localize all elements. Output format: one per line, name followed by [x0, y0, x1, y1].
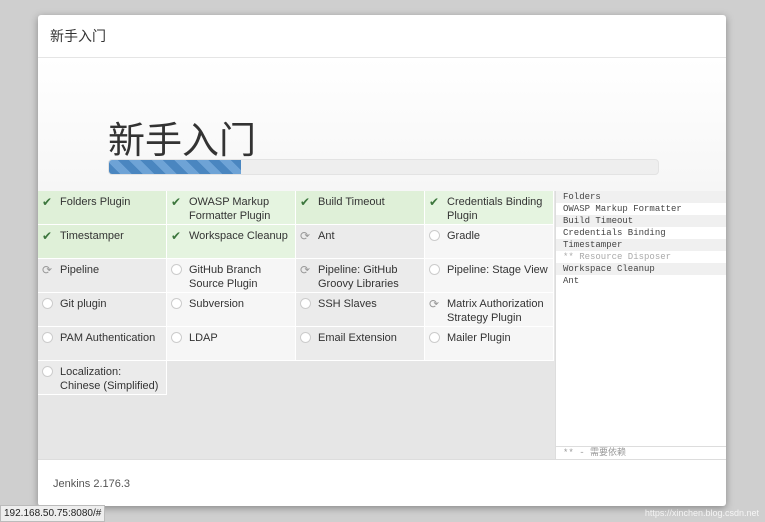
plugin-name: LDAP — [189, 332, 218, 344]
plugin-item: LDAP — [167, 327, 296, 361]
pending-circle-icon — [300, 297, 318, 326]
plugin-name: Ant — [318, 230, 335, 242]
log-line: OWASP Markup Formatter — [563, 204, 682, 214]
log-line: ** Resource Disposer — [563, 252, 672, 262]
plugin-name: Folders Plugin — [60, 196, 131, 208]
pending-circle-icon — [429, 331, 447, 360]
refresh-icon: ⟳ — [300, 263, 311, 277]
setup-wizard-dialog: 新手入门 新手入门 ✔ Folders Plugin ✔ OWASP Markup F… — [38, 15, 726, 506]
plugin-name: Localization: Chinese (Simplified) — [60, 366, 159, 392]
plugin-name: OWASP Markup Formatter Plugin — [189, 196, 271, 222]
plugin-item: ⟳ Ant — [296, 225, 425, 259]
footer-version: Jenkins 2.176.3 — [38, 459, 726, 506]
log-line: Folders — [556, 191, 726, 203]
log-line: Credentials Binding — [563, 228, 666, 238]
pending-circle-icon — [42, 365, 60, 394]
plugin-item: ✔ Folders Plugin — [38, 191, 167, 225]
plugin-item: SSH Slaves — [296, 293, 425, 327]
plugin-item: Gradle — [425, 225, 554, 259]
plugin-item: GitHub Branch Source Plugin — [167, 259, 296, 293]
plugin-item: Pipeline: Stage View — [425, 259, 554, 293]
plugin-item: Email Extension — [296, 327, 425, 361]
plugin-item: ⟳ Pipeline: GitHub Groovy Libraries — [296, 259, 425, 293]
log-line: Build Timeout — [556, 215, 726, 227]
log-legend: ** - 需要依赖 — [556, 446, 726, 459]
plugin-name: Email Extension — [318, 332, 397, 344]
install-log: Folders OWASP Markup Formatter Build Timeo… — [555, 191, 726, 459]
plugin-item: ✔ OWASP Markup Formatter Plugin — [167, 191, 296, 225]
check-icon: ✔ — [42, 229, 53, 243]
plugin-item: ✔ Workspace Cleanup — [167, 225, 296, 259]
page-title: 新手入门 — [108, 120, 256, 161]
plugin-grid: ✔ Folders Plugin ✔ OWASP Markup Formatter P… — [38, 191, 555, 395]
refresh-icon: ⟳ — [42, 263, 53, 277]
pending-circle-icon — [171, 331, 189, 360]
plugin-item: ⟳ Matrix Authorization Strategy Plugin — [425, 293, 554, 327]
plugin-item: Localization: Chinese (Simplified) — [38, 361, 167, 395]
plugin-name: Timestamper — [60, 230, 124, 242]
install-progress-bar — [108, 159, 659, 175]
plugin-name: Workspace Cleanup — [189, 230, 288, 242]
progress-fill — [109, 160, 241, 174]
plugin-item: Git plugin — [38, 293, 167, 327]
pending-circle-icon — [42, 297, 60, 326]
log-line: Ant — [563, 276, 580, 286]
pending-circle-icon — [300, 331, 318, 360]
plugin-name: Git plugin — [60, 298, 107, 310]
watermark: https://xinchen.blog.csdn.net — [644, 508, 759, 518]
plugin-name: Pipeline: GitHub Groovy Libraries — [318, 264, 399, 290]
plugin-name: Credentials Binding Plugin — [447, 196, 543, 222]
plugin-name: PAM Authentication — [60, 332, 156, 344]
pending-circle-icon — [171, 263, 189, 292]
pending-circle-icon — [171, 297, 189, 326]
plugin-item: PAM Authentication — [38, 327, 167, 361]
check-icon: ✔ — [429, 195, 440, 209]
plugin-item: Subversion — [167, 293, 296, 327]
refresh-icon: ⟳ — [429, 297, 440, 311]
plugin-item: Mailer Plugin — [425, 327, 554, 361]
plugin-name: Build Timeout — [318, 196, 385, 208]
refresh-icon: ⟳ — [300, 229, 311, 243]
install-body: ✔ Folders Plugin ✔ OWASP Markup Formatter P… — [38, 191, 726, 459]
plugin-item: ✔ Build Timeout — [296, 191, 425, 225]
pending-circle-icon — [42, 331, 60, 360]
check-icon: ✔ — [42, 195, 53, 209]
pending-circle-icon — [429, 263, 447, 292]
plugin-item: ✔ Credentials Binding Plugin — [425, 191, 554, 225]
plugin-name: Pipeline: Stage View — [447, 264, 548, 276]
log-line: Timestamper — [556, 239, 726, 251]
plugin-name: Subversion — [189, 298, 245, 310]
check-icon: ✔ — [171, 229, 182, 243]
log-line: Workspace Cleanup — [556, 263, 726, 275]
plugin-name: Gradle — [447, 230, 481, 242]
plugin-name: Matrix Authorization Strategy Plugin — [447, 298, 544, 324]
hero: 新手入门 — [38, 58, 726, 193]
plugin-name: GitHub Branch Source Plugin — [189, 264, 262, 290]
status-bar-url: 192.168.50.75:8080/# — [0, 505, 106, 522]
plugin-item: ✔ Timestamper — [38, 225, 167, 259]
pending-circle-icon — [429, 229, 447, 258]
check-icon: ✔ — [300, 195, 311, 209]
dialog-header: 新手入门 — [38, 15, 726, 58]
plugin-name: Mailer Plugin — [447, 332, 511, 344]
check-icon: ✔ — [171, 195, 182, 209]
plugin-name: Pipeline — [60, 264, 100, 276]
plugin-name: SSH Slaves — [318, 298, 377, 310]
plugin-item: ⟳ Pipeline — [38, 259, 167, 293]
